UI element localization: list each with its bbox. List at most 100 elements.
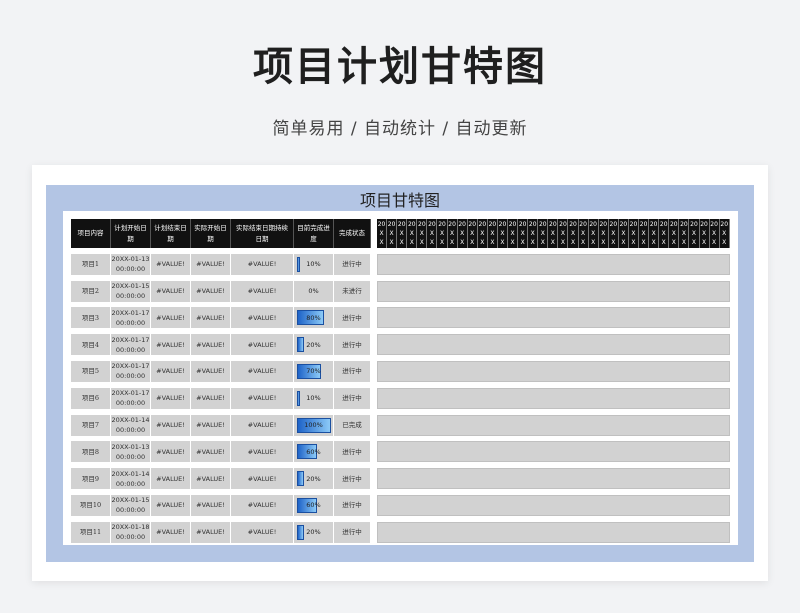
- project-name-cell[interactable]: 项目5: [71, 360, 111, 382]
- plan-start-cell[interactable]: 20XX-01-13 00:00:00: [111, 253, 151, 275]
- plan-start-cell[interactable]: 20XX-01-17 00:00:00: [111, 360, 151, 382]
- gantt-row[interactable]: [377, 307, 730, 329]
- project-name-cell[interactable]: 项目9: [71, 468, 111, 490]
- table-row[interactable]: 项目6 20XX-01-17 00:00:00 #VALUE! #VALUE! #VALU…: [71, 387, 371, 409]
- table-row[interactable]: 项目10 20XX-01-15 00:00:00 #VALUE! #VALUE! #VAL…: [71, 494, 371, 516]
- progress-cell[interactable]: 20%: [294, 334, 334, 356]
- project-name-cell[interactable]: 项目11: [71, 521, 111, 543]
- project-name-cell[interactable]: 项目6: [71, 387, 111, 409]
- plan-end-cell[interactable]: #VALUE!: [151, 253, 191, 275]
- progress-cell[interactable]: 60%: [294, 494, 334, 516]
- actual-start-cell[interactable]: #VALUE!: [191, 468, 231, 490]
- table-row[interactable]: 项目3 20XX-01-17 00:00:00 #VALUE! #VALUE! #VALU…: [71, 307, 371, 329]
- project-name-cell[interactable]: 项目8: [71, 441, 111, 463]
- plan-end-cell[interactable]: #VALUE!: [151, 494, 191, 516]
- actual-start-cell[interactable]: #VALUE!: [191, 414, 231, 436]
- table-row[interactable]: 项目11 20XX-01-18 00:00:00 #VALUE! #VALUE! #VAL…: [71, 521, 371, 543]
- status-cell[interactable]: 进行中: [334, 468, 371, 490]
- actual-end-cell[interactable]: #VALUE!: [231, 253, 294, 275]
- progress-cell[interactable]: 100%: [294, 414, 334, 436]
- table-row[interactable]: 项目2 20XX-01-15 00:00:00 #VALUE! #VALUE! #VALU…: [71, 280, 371, 302]
- table-row[interactable]: 项目4 20XX-01-17 00:00:00 #VALUE! #VALUE! #VALU…: [71, 334, 371, 356]
- plan-start-cell[interactable]: 20XX-01-14 00:00:00: [111, 468, 151, 490]
- plan-start-cell[interactable]: 20XX-01-15 00:00:00: [111, 280, 151, 302]
- gantt-row[interactable]: [377, 334, 730, 356]
- gantt-row[interactable]: [377, 468, 730, 490]
- plan-end-cell[interactable]: #VALUE!: [151, 521, 191, 543]
- actual-start-cell[interactable]: #VALUE!: [191, 494, 231, 516]
- actual-start-cell[interactable]: #VALUE!: [191, 387, 231, 409]
- progress-cell[interactable]: 10%: [294, 387, 334, 409]
- status-cell[interactable]: 未进行: [334, 280, 371, 302]
- actual-start-cell[interactable]: #VALUE!: [191, 280, 231, 302]
- progress-cell[interactable]: 70%: [294, 360, 334, 382]
- project-name-cell[interactable]: 项目2: [71, 280, 111, 302]
- status-cell[interactable]: 进行中: [334, 387, 371, 409]
- plan-end-cell[interactable]: #VALUE!: [151, 468, 191, 490]
- plan-end-cell[interactable]: #VALUE!: [151, 441, 191, 463]
- actual-end-cell[interactable]: #VALUE!: [231, 521, 294, 543]
- table-row[interactable]: 项目7 20XX-01-14 00:00:00 #VALUE! #VALUE! #VALU…: [71, 414, 371, 436]
- status-cell[interactable]: 已完成: [334, 414, 371, 436]
- status-cell[interactable]: 进行中: [334, 253, 371, 275]
- status-cell[interactable]: 进行中: [334, 521, 371, 543]
- gantt-row[interactable]: [377, 441, 730, 463]
- progress-cell[interactable]: 80%: [294, 307, 334, 329]
- project-name-cell[interactable]: 项目7: [71, 414, 111, 436]
- project-name-cell[interactable]: 项目3: [71, 307, 111, 329]
- project-name-cell[interactable]: 项目4: [71, 334, 111, 356]
- actual-end-cell[interactable]: #VALUE!: [231, 307, 294, 329]
- plan-end-cell[interactable]: #VALUE!: [151, 414, 191, 436]
- progress-cell[interactable]: 10%: [294, 253, 334, 275]
- actual-end-cell[interactable]: #VALUE!: [231, 280, 294, 302]
- actual-end-cell[interactable]: #VALUE!: [231, 387, 294, 409]
- actual-start-cell[interactable]: #VALUE!: [191, 307, 231, 329]
- plan-end-cell[interactable]: #VALUE!: [151, 280, 191, 302]
- actual-end-cell[interactable]: #VALUE!: [231, 414, 294, 436]
- gantt-row[interactable]: [377, 280, 730, 302]
- plan-start-cell[interactable]: 20XX-01-17 00:00:00: [111, 307, 151, 329]
- plan-end-cell[interactable]: #VALUE!: [151, 387, 191, 409]
- actual-end-cell[interactable]: #VALUE!: [231, 441, 294, 463]
- actual-start-cell[interactable]: #VALUE!: [191, 441, 231, 463]
- gantt-row[interactable]: [377, 387, 730, 409]
- status-cell[interactable]: 进行中: [334, 494, 371, 516]
- gantt-row[interactable]: [377, 360, 730, 382]
- actual-end-cell[interactable]: #VALUE!: [231, 360, 294, 382]
- plan-start-cell[interactable]: 20XX-01-17 00:00:00: [111, 334, 151, 356]
- gantt-row[interactable]: [377, 521, 730, 543]
- table-row[interactable]: 项目9 20XX-01-14 00:00:00 #VALUE! #VALUE! #VALU…: [71, 468, 371, 490]
- actual-start-cell[interactable]: #VALUE!: [191, 253, 231, 275]
- status-cell[interactable]: 进行中: [334, 441, 371, 463]
- plan-start-cell[interactable]: 20XX-01-17 00:00:00: [111, 387, 151, 409]
- gantt-row[interactable]: [377, 414, 730, 436]
- actual-start-cell[interactable]: #VALUE!: [191, 521, 231, 543]
- actual-end-cell[interactable]: #VALUE!: [231, 468, 294, 490]
- status-cell[interactable]: 进行中: [334, 360, 371, 382]
- plan-start-cell[interactable]: 20XX-01-13 00:00:00: [111, 441, 151, 463]
- plan-start-cell[interactable]: 20XX-01-15 00:00:00: [111, 494, 151, 516]
- progress-cell[interactable]: 20%: [294, 521, 334, 543]
- project-name-cell[interactable]: 项目1: [71, 253, 111, 275]
- project-name-cell[interactable]: 项目10: [71, 494, 111, 516]
- plan-end-cell[interactable]: #VALUE!: [151, 307, 191, 329]
- status-cell[interactable]: 进行中: [334, 334, 371, 356]
- table-row[interactable]: 项目1 20XX-01-13 00:00:00 #VALUE! #VALUE! #VALU…: [71, 253, 371, 275]
- gantt-row[interactable]: [377, 253, 730, 275]
- plan-start-cell[interactable]: 20XX-01-18 00:00:00: [111, 521, 151, 543]
- plan-end-cell[interactable]: #VALUE!: [151, 334, 191, 356]
- plan-start-cell[interactable]: 20XX-01-14 00:00:00: [111, 414, 151, 436]
- actual-start-cell[interactable]: #VALUE!: [191, 360, 231, 382]
- table-row[interactable]: 项目5 20XX-01-17 00:00:00 #VALUE! #VALUE! #VALU…: [71, 360, 371, 382]
- actual-end-cell[interactable]: #VALUE!: [231, 494, 294, 516]
- progress-cell[interactable]: 0%: [294, 280, 334, 302]
- plan-end-cell[interactable]: #VALUE!: [151, 360, 191, 382]
- gantt-timeline-header: 20 X X 20 X X 20 X X 20 X X 20 X X 20 X X 20 X X 20 X X 20 X X 20 X X…: [377, 219, 730, 248]
- status-cell[interactable]: 进行中: [334, 307, 371, 329]
- progress-cell[interactable]: 20%: [294, 468, 334, 490]
- gantt-row[interactable]: [377, 494, 730, 516]
- table-row[interactable]: 项目8 20XX-01-13 00:00:00 #VALUE! #VALUE! #VALU…: [71, 441, 371, 463]
- actual-end-cell[interactable]: #VALUE!: [231, 334, 294, 356]
- progress-cell[interactable]: 60%: [294, 441, 334, 463]
- actual-start-cell[interactable]: #VALUE!: [191, 334, 231, 356]
